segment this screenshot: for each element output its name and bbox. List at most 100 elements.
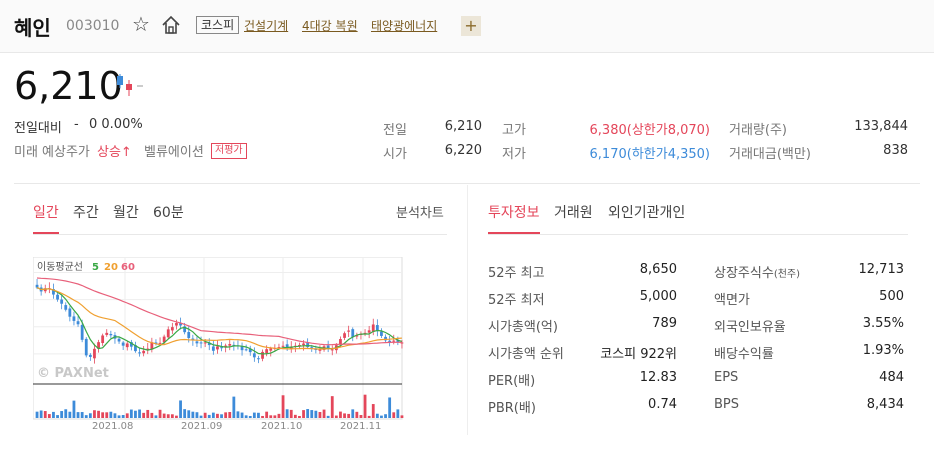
volume-bar	[129, 409, 133, 418]
candle-body	[330, 349, 334, 351]
invest-value: 0.74	[648, 397, 677, 412]
volume-value: 133,844	[854, 119, 908, 134]
volume-bar	[211, 412, 215, 418]
high-value: 6,380(상한가8,070)	[589, 123, 710, 138]
volume-bar	[380, 415, 383, 418]
invest-value: 코스피 922위	[600, 347, 677, 362]
invest-value: 3.55%	[862, 316, 904, 331]
volume-bar	[384, 414, 387, 418]
low-label: 저가	[502, 147, 526, 162]
tab-foreign-inst[interactable]: 외인기관개인	[608, 202, 685, 222]
candle-body	[117, 338, 121, 342]
volume-bar	[232, 396, 236, 418]
volume-bar	[244, 415, 248, 418]
volume-bar	[88, 413, 92, 418]
price-chart[interactable]: 이동평균선 5 20 60 © PAXNet 7,5007,0006,5006,…	[33, 257, 405, 421]
chart-tab-line	[33, 234, 447, 235]
volume-bar	[93, 410, 96, 418]
invest-value: 484	[879, 370, 904, 385]
volume-bar	[47, 414, 51, 418]
current-price: 6,210	[14, 64, 123, 108]
candle-body	[261, 351, 264, 359]
invest-label: PER(배)	[488, 374, 536, 389]
candle-body	[216, 346, 219, 350]
volume-bar	[113, 413, 117, 418]
open-label: 시가	[383, 147, 407, 162]
ma5-label: 5	[92, 262, 99, 273]
volume-bar	[277, 413, 281, 418]
candle-body	[64, 305, 68, 310]
candle-body	[347, 330, 351, 332]
volume-bar	[125, 413, 129, 418]
volume-bar	[326, 415, 330, 418]
volume-bar	[166, 414, 170, 418]
volume-bar	[170, 414, 174, 418]
theme-link-construction[interactable]: 건설기계	[244, 17, 288, 34]
invest-label: 외국인보유율	[714, 320, 786, 335]
volume-bar	[117, 415, 121, 418]
invest-label: 시가총액 순위	[488, 347, 564, 362]
candle-body	[380, 331, 383, 336]
analysis-chart-link[interactable]: 분석차트	[396, 202, 444, 221]
low-value: 6,170(하한가4,350)	[589, 147, 710, 162]
volume-bar	[388, 397, 392, 418]
candle-body	[257, 358, 260, 360]
section-divider	[14, 183, 920, 184]
tab-weekly[interactable]: 주간	[73, 202, 99, 222]
volume-bar	[203, 412, 207, 418]
candle-body	[101, 335, 105, 344]
volume-bar	[298, 415, 301, 418]
volume-bar	[105, 412, 109, 418]
x-tick-label: 2021.09	[181, 421, 223, 432]
volume-bar	[392, 412, 396, 418]
candle-body	[158, 342, 162, 344]
forecast-value[interactable]: 상승↑	[97, 141, 132, 160]
invest-value: 5,000	[639, 289, 677, 304]
volume-bar	[43, 411, 47, 418]
volume-bar	[154, 415, 158, 418]
add-theme-icon[interactable]: +	[461, 16, 481, 36]
chart-tab-indicator	[33, 232, 59, 234]
candle-body	[228, 343, 232, 346]
theme-link-rivers[interactable]: 4대강 복원	[302, 17, 358, 34]
chart-watermark: © PAXNet	[37, 366, 109, 381]
volume-bar	[228, 412, 232, 418]
candle-body	[105, 332, 109, 335]
volume-bar	[64, 409, 68, 418]
open-value: 6,220	[444, 143, 482, 158]
candle-body	[142, 350, 146, 354]
tab-daily[interactable]: 일간	[33, 202, 59, 222]
info-tab-line	[488, 234, 908, 235]
volume-bar	[97, 410, 100, 418]
candle-body	[281, 345, 285, 347]
volume-bar	[134, 410, 137, 418]
volume-bar	[216, 413, 219, 418]
volume-bar	[339, 411, 342, 418]
candle-body	[203, 342, 207, 344]
volume-bar	[121, 415, 125, 418]
candle-body	[302, 343, 305, 346]
theme-link-solar[interactable]: 태양광에너지	[371, 17, 437, 34]
volume-bar	[142, 412, 146, 418]
change-label: 전일대비	[14, 121, 62, 136]
valuation-label: 벨류에이션	[144, 145, 204, 160]
home-icon[interactable]	[160, 14, 182, 36]
candle-body	[269, 348, 273, 351]
star-icon[interactable]: ☆	[132, 12, 150, 36]
volume-bar	[248, 415, 252, 418]
tab-60min[interactable]: 60분	[153, 202, 184, 222]
candle-body	[88, 354, 92, 357]
tab-invest-info[interactable]: 투자정보	[488, 202, 540, 222]
volume-bar	[261, 415, 264, 418]
mini-candle-icon	[117, 74, 143, 96]
info-tab-indicator	[488, 232, 540, 234]
volume-bar	[60, 411, 64, 418]
volume-bar	[207, 414, 211, 418]
invest-label: 시가총액(억)	[488, 320, 558, 335]
candle-body	[392, 340, 396, 342]
vertical-divider	[467, 185, 468, 435]
tab-broker[interactable]: 거래원	[554, 202, 593, 222]
volume-bar	[236, 411, 240, 418]
tab-monthly[interactable]: 월간	[113, 202, 139, 222]
stock-code: 003010	[66, 18, 120, 34]
